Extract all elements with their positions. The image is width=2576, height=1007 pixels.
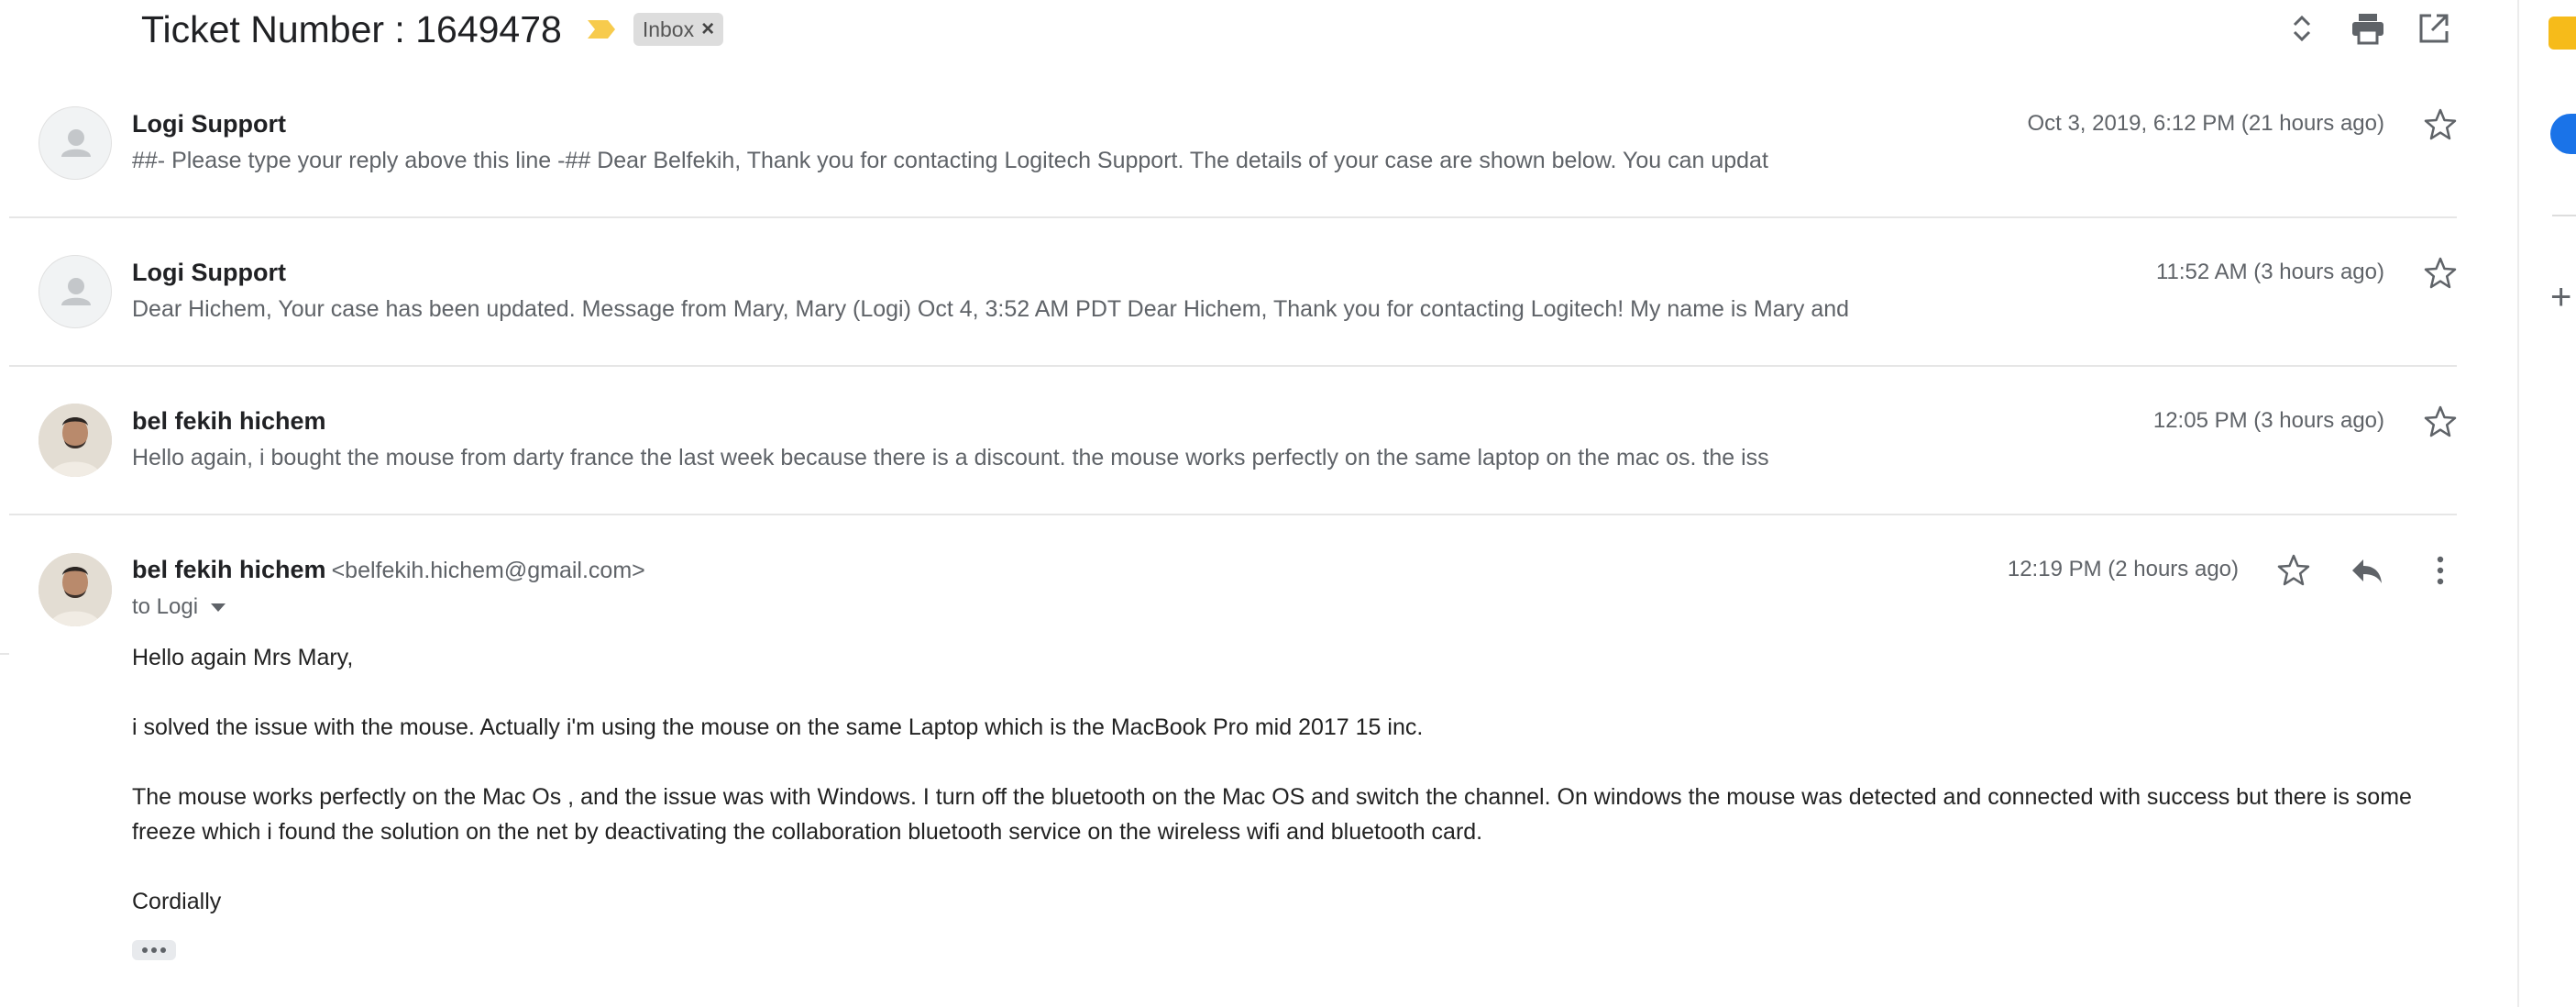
star-icon[interactable] [2422, 106, 2459, 143]
open-message-sender[interactable]: bel fekih hichem <belfekih.hichem@gmail.c… [132, 556, 645, 584]
body-paragraph: Hello again Mrs Mary, [132, 645, 354, 670]
tasks-icon[interactable] [2550, 114, 2576, 154]
default-person-icon [61, 129, 91, 157]
sender-email: <belfekih.hichem@gmail.com> [331, 558, 645, 583]
avatar[interactable] [39, 106, 112, 180]
avatar[interactable] [39, 404, 112, 477]
body-paragraph: Cordially [132, 889, 222, 914]
star-icon[interactable] [2422, 404, 2459, 440]
label-chip-text: Inbox [642, 17, 695, 41]
gmail-thread-view: Ticket Number : 1649478 Inbox × Logi Sup… [0, 0, 2576, 1007]
show-trimmed-content-button[interactable] [132, 940, 176, 960]
thread-toolbar [2283, 9, 2453, 48]
thread-header: Ticket Number : 1649478 Inbox × [141, 4, 724, 55]
avatar[interactable] [39, 553, 112, 626]
user-photo-icon [39, 404, 112, 477]
keep-icon[interactable] [2548, 17, 2576, 50]
recipients-toggle[interactable]: to Logi [132, 594, 226, 620]
side-panel-separator [2552, 215, 2576, 216]
message-divider [9, 514, 2457, 515]
body-paragraph: i solved the issue with the mouse. Actua… [132, 714, 1424, 740]
label-chip-inbox: Inbox × [633, 13, 724, 46]
user-photo-icon [39, 553, 112, 626]
reply-icon[interactable] [2349, 552, 2385, 589]
dot [151, 947, 157, 953]
recipients-text: to Logi [132, 594, 199, 619]
message-snippet[interactable]: Hello again, i bought the mouse from dar… [132, 445, 1993, 471]
thread-subject: Ticket Number : 1649478 [141, 7, 562, 50]
message-snippet[interactable]: Dear Hichem, Your case has been updated.… [132, 296, 2075, 323]
avatar[interactable] [39, 255, 112, 328]
message-timestamp: 12:19 PM (2 hours ago) [2007, 557, 2239, 581]
dot [160, 947, 166, 953]
message-timestamp: 12:05 PM (3 hours ago) [2152, 408, 2384, 433]
message-divider [9, 365, 2457, 367]
dot [142, 947, 148, 953]
message-timestamp: 11:52 AM (3 hours ago) [2155, 260, 2384, 284]
divider-mark [0, 653, 9, 655]
remove-label-icon[interactable]: × [701, 17, 714, 42]
message-timestamp: Oct 3, 2019, 6:12 PM (21 hours ago) [2027, 111, 2384, 136]
default-person-icon [61, 278, 91, 305]
message-sender[interactable]: Logi Support [132, 259, 286, 287]
body-paragraph: The mouse works perfectly on the Mac Os … [132, 784, 2412, 845]
message-snippet[interactable]: ##- Please type your reply above this li… [132, 148, 1993, 174]
expand-collapse-icon[interactable] [2283, 9, 2321, 48]
more-options-icon[interactable] [2422, 552, 2459, 589]
sender-name[interactable]: bel fekih hichem [132, 556, 326, 583]
add-addon-icon[interactable]: + [2550, 279, 2571, 315]
message-sender[interactable]: Logi Support [132, 110, 286, 138]
star-icon[interactable] [2422, 255, 2459, 292]
star-icon[interactable] [2275, 552, 2312, 589]
importance-marker-icon[interactable] [586, 18, 617, 40]
chevron-down-icon[interactable] [211, 603, 226, 612]
print-icon[interactable] [2349, 9, 2387, 48]
message-divider [9, 216, 2457, 218]
open-new-window-icon[interactable] [2415, 9, 2453, 48]
message-sender[interactable]: bel fekih hichem [132, 407, 326, 436]
side-panel-divider [2517, 0, 2519, 1007]
message-body: Hello again Mrs Mary, i solved the issue… [132, 640, 2460, 954]
